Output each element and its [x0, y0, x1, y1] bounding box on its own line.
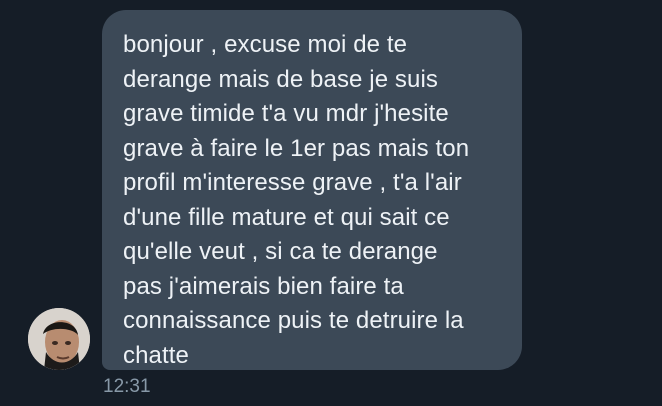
- message-bubble[interactable]: bonjour , excuse moi de te derange mais …: [102, 10, 522, 370]
- sender-avatar[interactable]: [28, 308, 90, 370]
- received-message-row: bonjour , excuse moi de te derange mais …: [0, 0, 662, 406]
- avatar-photo: [28, 308, 90, 370]
- message-timestamp: 12:31: [103, 376, 151, 397]
- message-text: bonjour , excuse moi de te derange mais …: [123, 31, 470, 369]
